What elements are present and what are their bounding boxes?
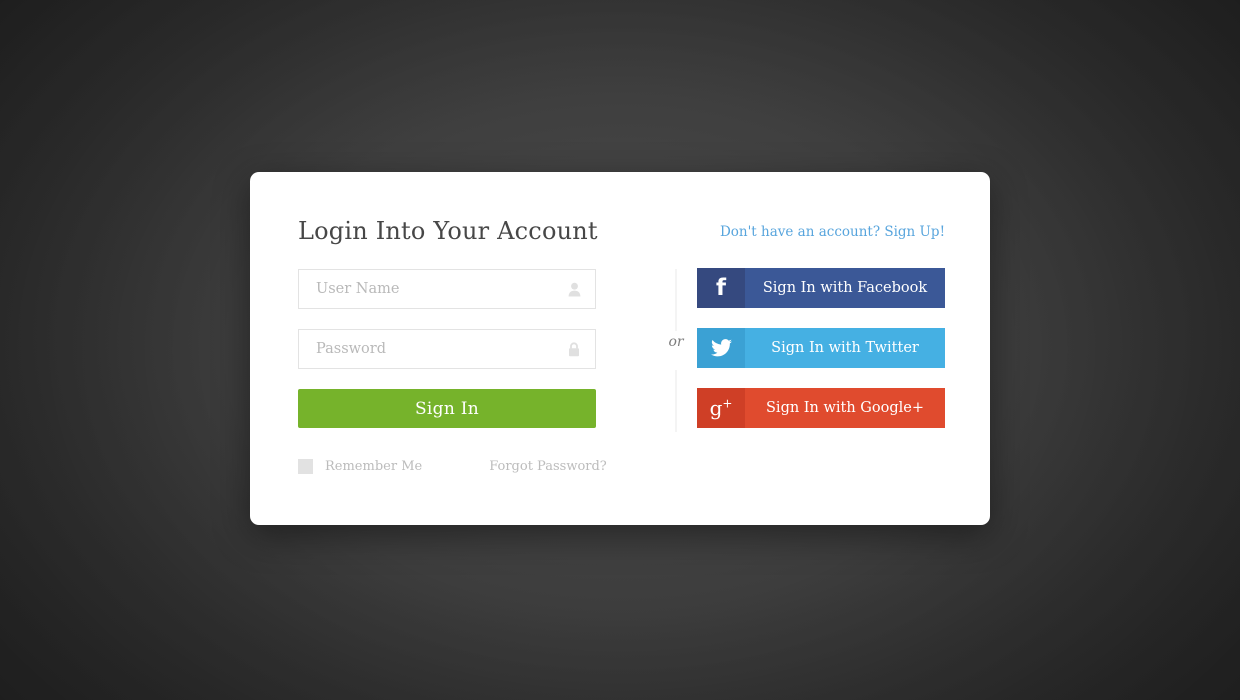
user-icon — [567, 281, 581, 297]
twitter-signin-button[interactable]: Sign In with Twitter — [697, 328, 945, 368]
lock-icon — [567, 341, 581, 357]
forgot-password-link[interactable]: Forgot Password? — [489, 459, 607, 474]
username-input[interactable] — [299, 270, 557, 308]
remember-me-checkbox[interactable] — [298, 459, 313, 474]
page-background: Login Into Your Account Don't have an ac… — [0, 0, 1240, 700]
remember-me-label: Remember Me — [325, 459, 423, 474]
sign-in-button[interactable]: Sign In — [298, 389, 596, 428]
divider-line-top — [675, 269, 677, 331]
username-field-wrapper — [298, 269, 596, 309]
twitter-icon — [697, 328, 745, 368]
facebook-icon: f — [697, 268, 745, 308]
login-card-inner: Login Into Your Account Don't have an ac… — [250, 172, 990, 525]
facebook-signin-label: Sign In with Facebook — [762, 280, 928, 296]
password-input[interactable] — [299, 330, 557, 368]
twitter-signin-label: Sign In with Twitter — [771, 340, 919, 356]
credentials-form: Sign In — [298, 269, 598, 428]
password-field-wrapper — [298, 329, 596, 369]
login-card: Login Into Your Account Don't have an ac… — [250, 172, 990, 525]
signup-link[interactable]: Don't have an account? Sign Up! — [720, 224, 945, 240]
googleplus-icon: g+ — [697, 388, 745, 428]
facebook-signin-button[interactable]: f Sign In with Facebook — [697, 268, 945, 308]
form-options-row: Remember Me Forgot Password? — [298, 459, 628, 474]
googleplus-signin-button[interactable]: g+ Sign In with Google+ — [697, 388, 945, 428]
page-title: Login Into Your Account — [298, 217, 598, 245]
divider-line-bottom — [675, 370, 677, 432]
social-login-group: f Sign In with Facebook Sign In with Twi… — [697, 268, 945, 428]
googleplus-signin-label: Sign In with Google+ — [766, 400, 924, 416]
